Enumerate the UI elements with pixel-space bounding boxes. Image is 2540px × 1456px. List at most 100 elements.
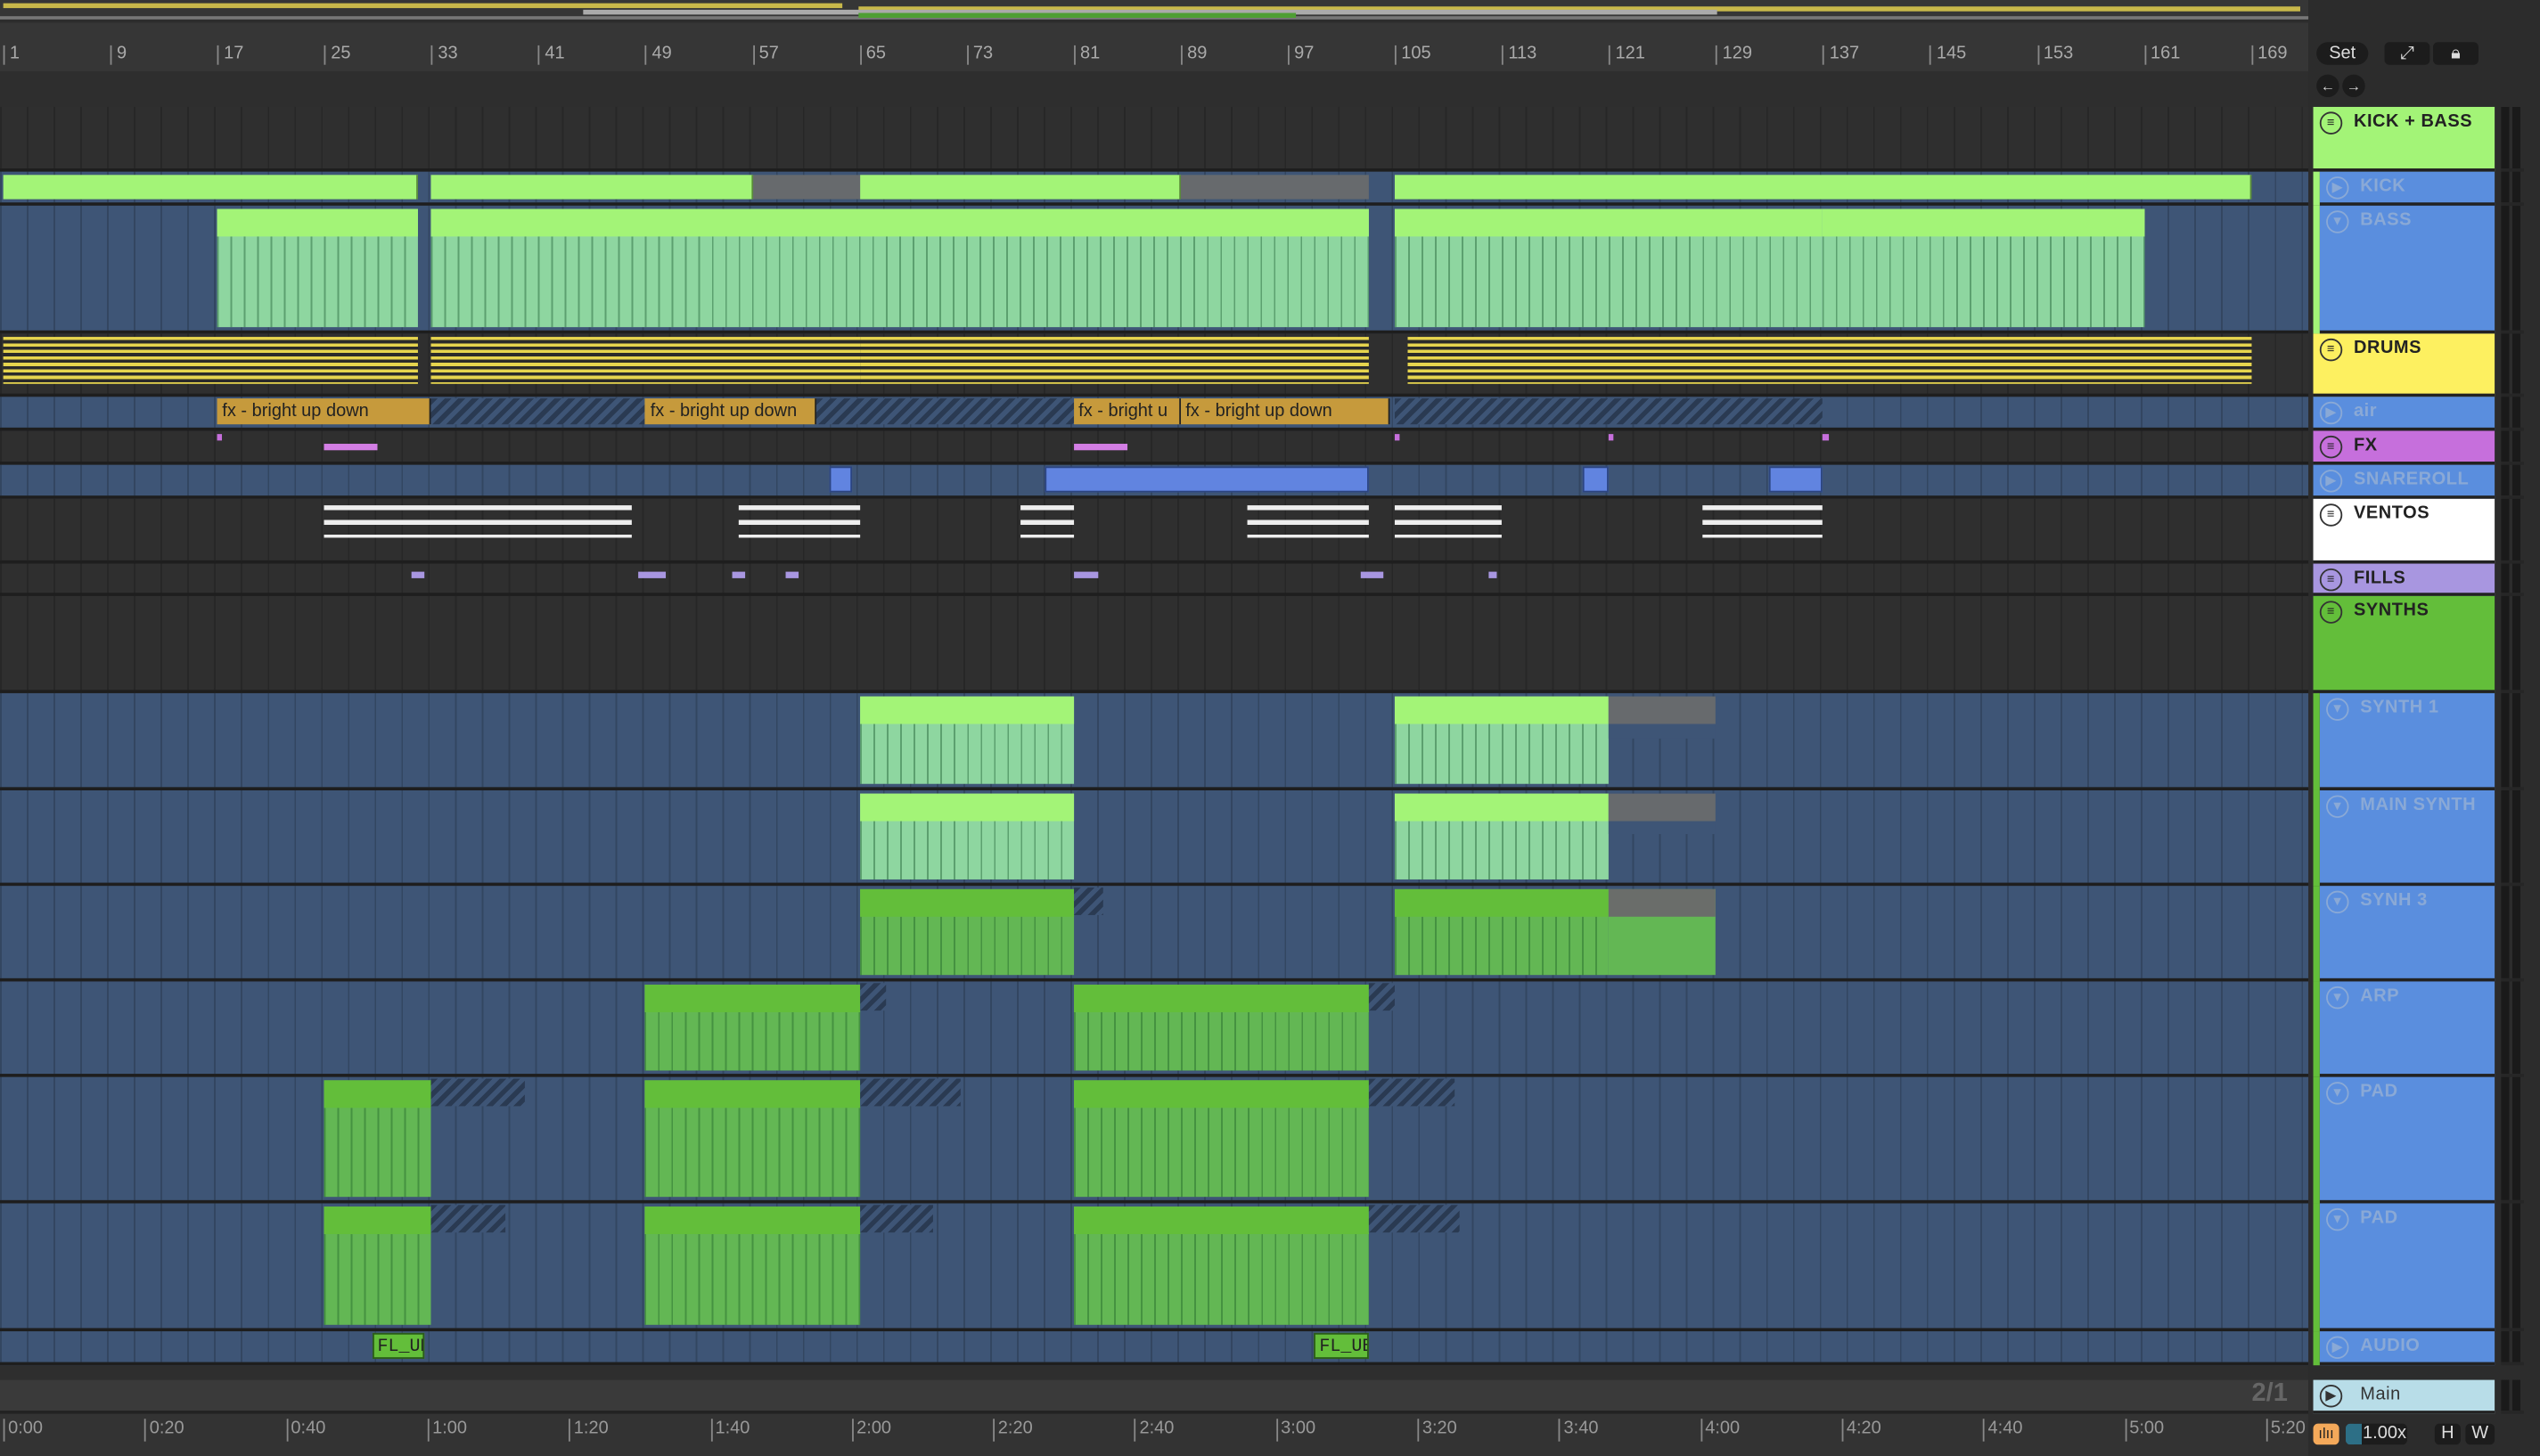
clip[interactable]: fx - bright up down <box>217 398 432 425</box>
track-header-arp[interactable]: ▼ ARP <box>2319 981 2495 1077</box>
play-icon[interactable]: ▶ <box>2326 176 2349 200</box>
clip-gray[interactable] <box>752 175 860 200</box>
track-lane[interactable]: fx - bright up down fx - bright up down fx… <box>0 397 2309 431</box>
track-lane[interactable] <box>0 430 2309 465</box>
clip-g[interactable] <box>3 175 419 200</box>
clip-hatchg[interactable] <box>1367 1078 1455 1107</box>
clip-dg[interactable] <box>1073 1207 1368 1325</box>
clip-w[interactable] <box>1020 505 1074 538</box>
clip-dg[interactable] <box>324 1080 432 1198</box>
chevron-down-icon[interactable]: ▼ <box>2326 698 2349 721</box>
clip-y[interactable] <box>431 337 860 384</box>
group-fold-icon[interactable]: ≡ <box>2319 338 2343 362</box>
clip-dg[interactable] <box>1073 1080 1368 1198</box>
track-lane[interactable] <box>0 595 2309 693</box>
track-lane[interactable] <box>0 498 2309 564</box>
track-lane[interactable] <box>0 981 2309 1077</box>
track-header-pad[interactable]: ▼ PAD <box>2319 1076 2495 1204</box>
track-lane[interactable] <box>0 171 2309 206</box>
clip-blue[interactable] <box>1582 466 1610 493</box>
clip[interactable]: fx - bright u <box>1073 398 1181 425</box>
chevron-down-icon[interactable]: ▼ <box>2326 986 2349 1010</box>
set-button[interactable]: Set <box>2316 42 2369 65</box>
clip-dg[interactable] <box>645 985 860 1071</box>
clip-dg[interactable] <box>859 888 1074 976</box>
track-header-main[interactable]: ▶ Main <box>2313 1379 2495 1414</box>
clip-grayclip[interactable] <box>1609 793 1717 835</box>
time-ruler[interactable]: 0:00 0:20 0:40 1:00 1:20 1:40 2:00 2:20 2:40 3:00… <box>0 1413 2309 1456</box>
clip-g[interactable] <box>859 175 1181 200</box>
track-header-synth-1[interactable]: ▼ SYNTH 1 <box>2319 692 2495 790</box>
track-lane[interactable] <box>0 333 2309 397</box>
clip-hatchg[interactable] <box>431 1078 526 1107</box>
clip-gray[interactable] <box>1180 175 1368 200</box>
clip-p[interactable] <box>217 434 223 441</box>
clip-hatchg[interactable] <box>1073 888 1103 915</box>
clip-dg[interactable] <box>324 1207 432 1325</box>
arrow-right-icon[interactable]: → <box>2342 74 2365 98</box>
track-header-pad[interactable]: ▼ PAD <box>2319 1203 2495 1332</box>
play-icon[interactable]: ▶ <box>2319 1385 2343 1408</box>
track-lane[interactable] <box>0 886 2309 982</box>
clip-p3[interactable] <box>1073 571 1098 578</box>
clip-hatchg[interactable] <box>431 1205 505 1233</box>
clip-p3[interactable] <box>411 571 425 578</box>
track-lane[interactable] <box>0 1203 2309 1332</box>
w-button[interactable]: W <box>2465 1423 2495 1445</box>
clip-mint[interactable] <box>859 696 1074 784</box>
clip-blue[interactable] <box>1769 466 1823 493</box>
clip-mint[interactable] <box>859 793 1074 879</box>
track-lane[interactable] <box>0 563 2309 596</box>
clip-mint[interactable] <box>431 209 1368 328</box>
waveform-icon[interactable]: ılıı <box>2313 1423 2339 1445</box>
track-header-snareroll[interactable]: ▶ SNAREROLL <box>2313 464 2495 499</box>
track-header-drums[interactable]: ≡ DRUMS <box>2313 333 2495 397</box>
lock-icon[interactable]: 🔒︎ <box>2433 42 2479 65</box>
h-button[interactable]: H <box>2434 1423 2461 1445</box>
clip-hatchg[interactable] <box>859 1078 961 1107</box>
track-header-fills[interactable]: ≡ FILLS <box>2313 563 2495 596</box>
clip-p3[interactable] <box>1488 571 1497 578</box>
track-lane[interactable] <box>0 106 2309 172</box>
clip-hatchg[interactable] <box>1367 983 1396 1011</box>
clip[interactable]: fx - bright up down <box>1180 398 1389 425</box>
track-lane[interactable] <box>0 205 2309 334</box>
track-header-ventos[interactable]: ≡ VENTOS <box>2313 498 2495 564</box>
clip-mint[interactable] <box>1395 793 1610 879</box>
clip-mint[interactable] <box>1823 209 2144 328</box>
group-fold-icon[interactable]: ≡ <box>2319 503 2343 527</box>
clip-p[interactable] <box>1395 434 1401 441</box>
clip-w[interactable] <box>1702 505 1823 538</box>
clip-y[interactable] <box>1408 337 2251 384</box>
arrow-left-icon[interactable]: ← <box>2316 74 2339 98</box>
group-fold-icon[interactable]: ≡ <box>2319 435 2343 459</box>
track-header-main-synth[interactable]: ▼ MAIN SYNTH <box>2319 789 2495 887</box>
clip-mint[interactable] <box>1395 696 1610 784</box>
clip-y[interactable] <box>859 337 1368 384</box>
clip-dg[interactable] <box>645 1080 860 1198</box>
play-icon[interactable]: ▶ <box>2319 401 2343 425</box>
clip-dgg[interactable] <box>1609 888 1717 976</box>
clip-mint[interactable] <box>217 209 419 328</box>
clip[interactable]: fx - bright up down <box>645 398 817 425</box>
zoom-field[interactable]: 1.00x <box>2345 1423 2407 1445</box>
chevron-down-icon[interactable]: ▼ <box>2326 210 2349 233</box>
clip-g[interactable] <box>431 175 753 200</box>
group-fold-icon[interactable]: ≡ <box>2319 568 2343 592</box>
track-lane[interactable]: FL_UB FL_UB <box>0 1331 2309 1366</box>
clip-w[interactable] <box>324 505 633 538</box>
clip-hatchg[interactable] <box>1367 1205 1460 1233</box>
clip-p[interactable] <box>1609 434 1615 441</box>
overview-bar[interactable] <box>0 0 2309 20</box>
group-fold-icon[interactable]: ≡ <box>2319 601 2343 624</box>
track-header-synh-3[interactable]: ▼ SYNH 3 <box>2319 886 2495 982</box>
track-lanes[interactable]: fx - bright up down fx - bright up down fx… <box>0 70 2309 1380</box>
clip-p2[interactable] <box>1073 444 1127 451</box>
chevron-down-icon[interactable]: ▼ <box>2326 795 2349 818</box>
clip-y[interactable] <box>3 337 419 384</box>
chevron-down-icon[interactable]: ▼ <box>2326 890 2349 914</box>
clip-hatch[interactable] <box>816 398 1074 425</box>
clip-p3[interactable] <box>1361 571 1384 578</box>
clip-p2[interactable] <box>324 444 378 451</box>
clip-w[interactable] <box>1247 505 1368 538</box>
